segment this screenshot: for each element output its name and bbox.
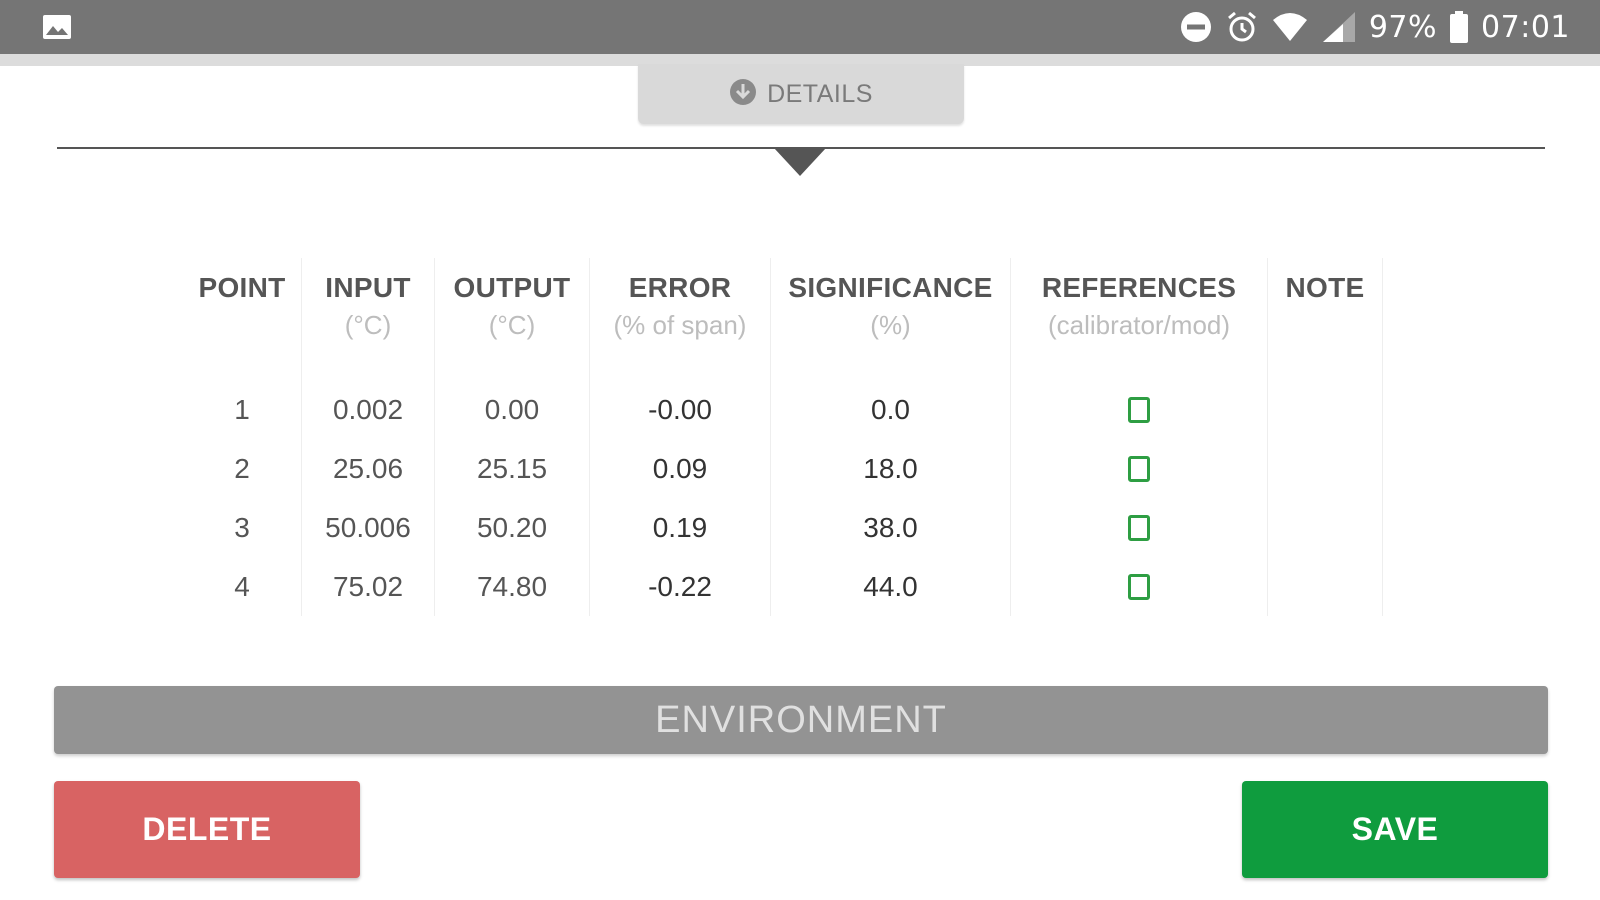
table-cell: -0.00 — [648, 393, 712, 425]
reference-icon[interactable] — [1128, 514, 1150, 541]
environment-label: ENVIRONMENT — [655, 698, 947, 741]
table-cell: -0.22 — [648, 570, 712, 602]
table-cell: 0.19 — [652, 511, 708, 543]
column-header: REFERENCES — [1041, 272, 1237, 303]
table-cell: 1 — [234, 393, 250, 425]
column-point: POINT 1 2 3 4 — [183, 258, 302, 616]
column-header: INPUT — [325, 272, 411, 303]
alarm-icon — [1225, 10, 1259, 44]
column-header: ERROR — [628, 272, 732, 303]
table-cell: 2 — [234, 452, 250, 484]
table-cell: 74.80 — [476, 570, 548, 602]
details-tab[interactable]: DETAILS — [638, 64, 964, 124]
column-output: OUTPUT (°C) 0.00 25.15 50.20 74.80 — [435, 258, 590, 616]
column-input: INPUT (°C) 0.002 25.06 50.006 75.02 — [302, 258, 435, 616]
table-cell: 0.09 — [652, 452, 708, 484]
column-unit: (°C) — [344, 310, 392, 340]
clock-time: 07:01 — [1481, 9, 1570, 45]
table-cell: 4 — [234, 570, 250, 602]
column-references: REFERENCES (calibrator/mod) — [1011, 258, 1268, 616]
reference-icon[interactable] — [1128, 573, 1150, 600]
table-cell: 50.006 — [325, 511, 411, 543]
column-unit: (% of span) — [613, 310, 747, 340]
column-header: SIGNIFICANCE — [788, 272, 993, 303]
table-cell: 0.0 — [871, 393, 910, 425]
table-cell: 0.002 — [332, 393, 404, 425]
reference-cell[interactable] — [1128, 439, 1150, 498]
details-tab-label: DETAILS — [767, 79, 873, 108]
reference-cell[interactable] — [1128, 557, 1150, 616]
save-button[interactable]: SAVE — [1242, 781, 1548, 878]
battery-icon — [1449, 10, 1469, 44]
table-cell: 3 — [234, 511, 250, 543]
reference-cell[interactable] — [1128, 380, 1150, 439]
image-icon — [42, 13, 72, 41]
divider-pointer — [774, 148, 826, 176]
table-cell: 75.02 — [332, 570, 404, 602]
environment-section-button[interactable]: ENVIRONMENT — [54, 686, 1548, 754]
column-unit: (%) — [870, 310, 911, 340]
table-cell: 50.20 — [476, 511, 548, 543]
table-cell: 0.00 — [484, 393, 540, 425]
column-unit: (°C) — [488, 310, 536, 340]
reference-icon[interactable] — [1128, 396, 1150, 423]
table-cell: 44.0 — [863, 570, 918, 602]
table-cell: 25.15 — [476, 452, 548, 484]
status-bar: 97% 07:01 — [0, 0, 1600, 54]
do-not-disturb-icon — [1179, 10, 1213, 44]
column-unit: (calibrator/mod) — [1047, 310, 1231, 340]
cell-signal-icon — [1321, 10, 1357, 44]
table-cell: 38.0 — [863, 511, 918, 543]
calibration-table: POINT 1 2 3 4 INPUT (°C) 0.002 25.06 50.… — [0, 258, 1600, 616]
reference-cell[interactable] — [1128, 498, 1150, 557]
arrow-down-circle-icon — [729, 78, 757, 111]
battery-percent: 97% — [1368, 9, 1438, 45]
column-significance: SIGNIFICANCE (%) 0.0 18.0 38.0 44.0 — [771, 258, 1011, 616]
column-header: NOTE — [1285, 272, 1365, 303]
column-error: ERROR (% of span) -0.00 0.09 0.19 -0.22 — [590, 258, 771, 616]
table-cell: 18.0 — [863, 452, 918, 484]
column-header: OUTPUT — [453, 272, 571, 303]
table-cell: 25.06 — [332, 452, 404, 484]
reference-icon[interactable] — [1128, 455, 1150, 482]
column-header: POINT — [198, 272, 286, 303]
wifi-icon — [1271, 10, 1309, 44]
delete-button[interactable]: DELETE — [54, 781, 360, 878]
column-note: NOTE — [1268, 258, 1383, 616]
